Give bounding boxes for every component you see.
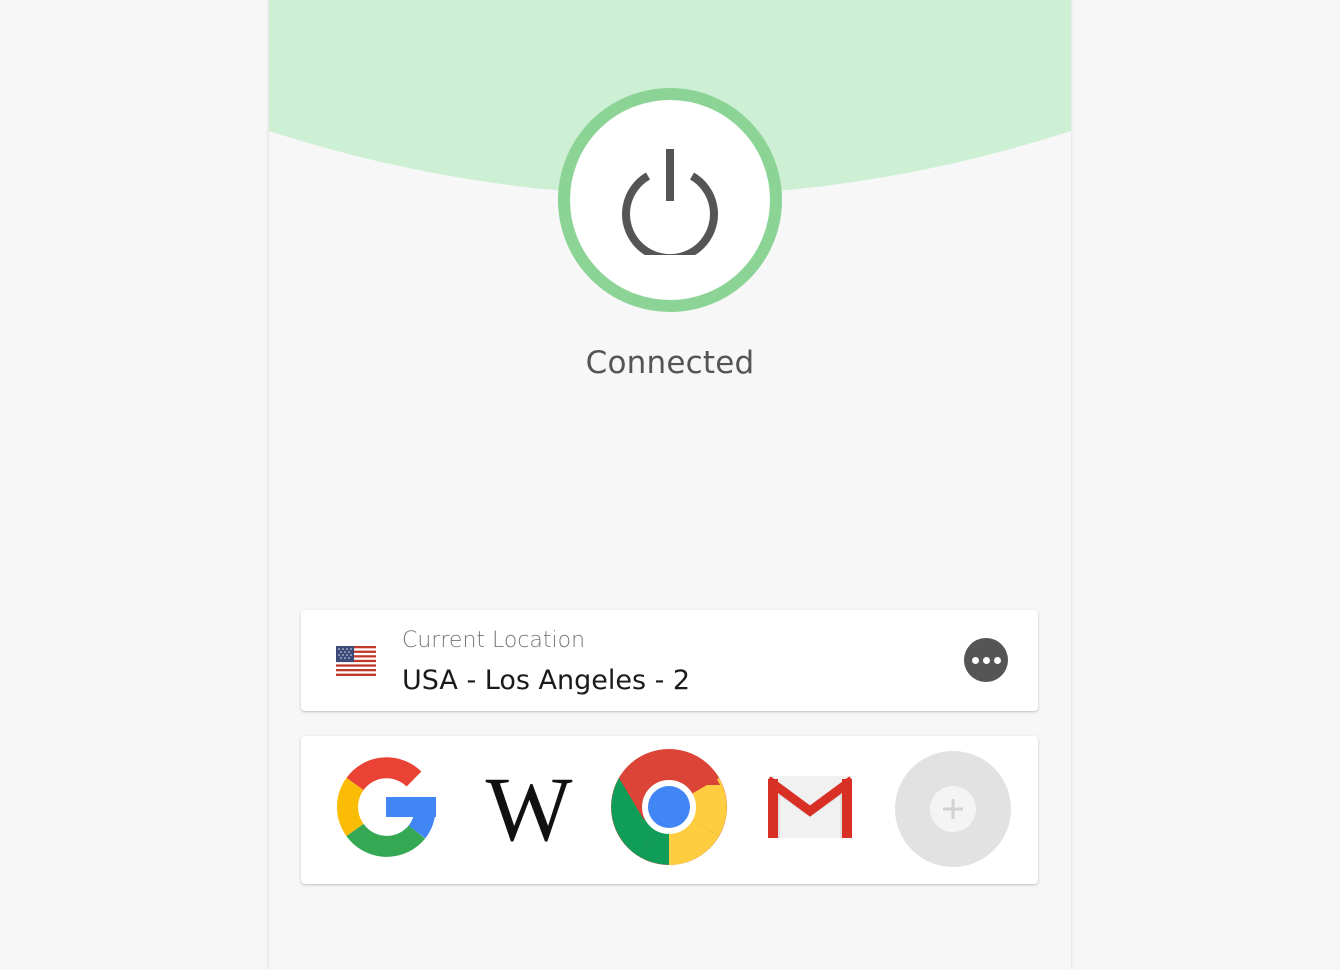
location-card[interactable]: Current Location USA - Los Angeles - 2 [301, 610, 1038, 711]
gmail-icon [765, 775, 855, 843]
chrome-icon [610, 748, 728, 871]
connection-status: Connected [585, 345, 755, 381]
add-shortcut-circle [895, 751, 1011, 867]
shortcut-wikipedia[interactable]: W [468, 750, 586, 868]
more-options-dot [993, 656, 1001, 664]
more-options-button[interactable] [964, 638, 1008, 682]
vpn-app-window: Connected Current Location USA - Los Ang… [269, 0, 1071, 970]
location-value: USA - Los Angeles - 2 [402, 665, 691, 696]
wikipedia-icon: W [485, 758, 573, 860]
add-shortcut-icon [930, 786, 976, 832]
more-options-dot [982, 656, 990, 664]
shortcut-chrome[interactable] [610, 748, 728, 871]
shortcut-gmail[interactable] [751, 750, 869, 868]
shortcuts-card: W [301, 736, 1038, 884]
power-button[interactable] [558, 88, 782, 312]
power-icon [615, 145, 725, 255]
location-label: Current Location [402, 628, 586, 653]
more-options-icon [971, 656, 979, 664]
usa-flag-icon [336, 646, 376, 676]
shortcut-add[interactable] [894, 750, 1012, 868]
google-icon [331, 752, 441, 867]
shortcut-google[interactable] [327, 750, 445, 868]
